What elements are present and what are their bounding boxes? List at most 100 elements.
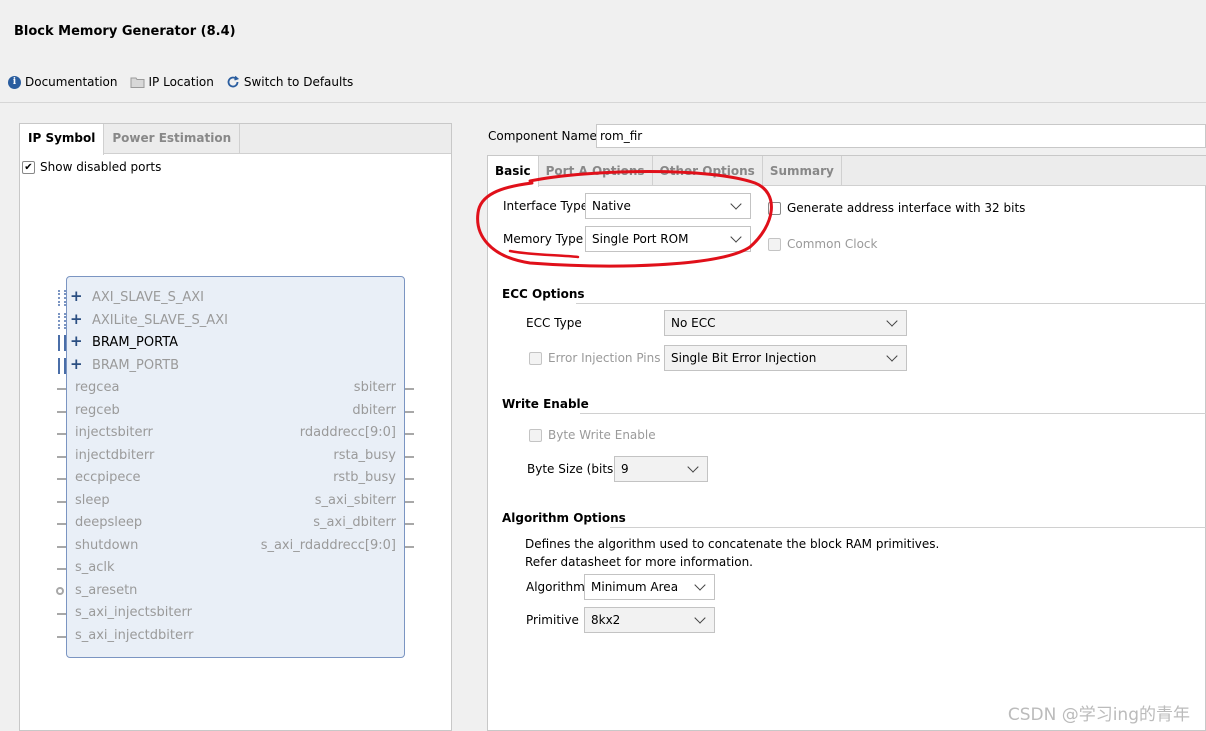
port-stub bbox=[405, 478, 414, 480]
port-s-axi-sbiterr: s_axi_sbiterr bbox=[314, 493, 396, 508]
show-disabled-checkbox[interactable]: ✔ bbox=[22, 160, 35, 174]
section-divider bbox=[610, 527, 1206, 528]
port-stub bbox=[57, 636, 66, 638]
component-name-input[interactable]: rom_fir bbox=[596, 124, 1206, 148]
ip-location-button[interactable]: IP Location bbox=[130, 75, 214, 89]
common-clock-label: Common Clock bbox=[787, 237, 878, 251]
byte-write-enable-checkbox[interactable] bbox=[529, 428, 542, 442]
folder-icon bbox=[130, 77, 145, 88]
port-stub bbox=[57, 523, 66, 525]
port-shutdown: shutdown bbox=[75, 538, 139, 553]
component-name-label: Component Name bbox=[488, 129, 597, 143]
algorithm-select[interactable]: Minimum Area bbox=[584, 574, 715, 600]
port-injectdbiterr: injectdbiterr bbox=[75, 448, 155, 463]
left-tabs: IP Symbol Power Estimation bbox=[20, 124, 451, 155]
port-injectsbiterr: injectsbiterr bbox=[75, 425, 153, 440]
tab-power-estimation[interactable]: Power Estimation bbox=[104, 124, 241, 153]
error-injection-label: Error Injection Pins bbox=[548, 351, 661, 365]
expand-icon[interactable]: + bbox=[70, 355, 83, 373]
port-stub bbox=[405, 501, 414, 503]
ecc-type-select[interactable]: No ECC bbox=[664, 310, 907, 336]
port-stub bbox=[405, 433, 414, 435]
ecc-type-label: ECC Type bbox=[526, 316, 582, 330]
bus-axi-slave: AXI_SLAVE_S_AXI bbox=[92, 290, 204, 305]
port-stub bbox=[405, 388, 414, 390]
byte-size-select[interactable]: 9 bbox=[614, 456, 708, 482]
chevron-down-icon bbox=[687, 461, 699, 473]
port-stub bbox=[57, 501, 66, 503]
port-stub bbox=[57, 568, 66, 570]
port-sleep: sleep bbox=[75, 493, 110, 508]
port-stub bbox=[57, 456, 66, 458]
port-rstb-busy: rstb_busy bbox=[333, 470, 396, 485]
chevron-down-icon bbox=[886, 350, 898, 362]
expand-icon[interactable]: + bbox=[70, 287, 83, 305]
algorithm-section-title: Algorithm Options bbox=[502, 511, 626, 525]
port-s-axi-dbiterr: s_axi_dbiterr bbox=[313, 515, 396, 530]
byte-size-label: Byte Size (bits) bbox=[527, 462, 618, 476]
port-regcea: regcea bbox=[75, 380, 120, 395]
ip-symbol-block bbox=[66, 276, 405, 658]
port-s-axi-rdaddrecc: s_axi_rdaddrecc[9:0] bbox=[260, 538, 396, 553]
ip-location-label: IP Location bbox=[148, 75, 214, 89]
port-s-aresetn: s_aresetn bbox=[75, 583, 138, 598]
port-eccpipece: eccpipece bbox=[75, 470, 141, 485]
info-icon: i bbox=[8, 75, 21, 89]
port-s-aclk: s_aclk bbox=[75, 560, 115, 575]
primitive-select[interactable]: 8kx2 bbox=[584, 607, 715, 633]
chevron-down-icon bbox=[886, 315, 898, 327]
write-enable-section-title: Write Enable bbox=[502, 397, 589, 411]
port-stub bbox=[405, 411, 414, 413]
port-stub bbox=[57, 433, 66, 435]
chevron-down-icon bbox=[694, 579, 706, 591]
algorithm-value: Minimum Area bbox=[591, 580, 679, 594]
port-dbiterr: dbiterr bbox=[352, 403, 396, 418]
refresh-icon bbox=[227, 75, 239, 88]
gen-addr-option[interactable]: Generate address interface with 32 bits bbox=[768, 201, 1025, 215]
byte-write-enable-label: Byte Write Enable bbox=[548, 428, 656, 442]
show-disabled-label: Show disabled ports bbox=[40, 160, 162, 174]
section-divider bbox=[576, 303, 1206, 304]
tab-ip-symbol[interactable]: IP Symbol bbox=[20, 124, 105, 155]
expand-icon[interactable]: + bbox=[70, 310, 83, 328]
algorithm-label: Algorithm bbox=[526, 580, 585, 594]
primitive-label: Primitive bbox=[526, 613, 579, 627]
documentation-button[interactable]: i Documentation bbox=[8, 75, 118, 89]
error-injection-checkbox[interactable] bbox=[529, 351, 542, 365]
error-injection-option[interactable]: Error Injection Pins bbox=[529, 351, 661, 365]
port-deepsleep: deepsleep bbox=[75, 515, 143, 530]
toolbar: i Documentation IP Location Switch to De… bbox=[8, 75, 353, 89]
ecc-type-value: No ECC bbox=[671, 316, 716, 330]
bus-bram-porta: BRAM_PORTA bbox=[92, 335, 179, 350]
switch-to-defaults-button[interactable]: Switch to Defaults bbox=[226, 75, 353, 89]
port-regceb: regceb bbox=[75, 403, 120, 418]
bus-marker bbox=[58, 358, 66, 374]
bus-marker bbox=[58, 290, 66, 306]
port-stub bbox=[405, 546, 414, 548]
error-injection-select[interactable]: Single Bit Error Injection bbox=[664, 345, 907, 371]
primitive-value: 8kx2 bbox=[591, 613, 621, 627]
port-s-axi-injectdbiterr: s_axi_injectdbiterr bbox=[75, 628, 194, 643]
port-s-axi-injectsbiterr: s_axi_injectsbiterr bbox=[75, 605, 192, 620]
header-divider bbox=[0, 102, 1206, 103]
byte-write-enable-option[interactable]: Byte Write Enable bbox=[529, 428, 656, 442]
error-injection-value: Single Bit Error Injection bbox=[671, 351, 817, 365]
algorithm-description-2: Refer datasheet for more information. bbox=[525, 555, 753, 569]
port-stub bbox=[57, 411, 66, 413]
port-stub bbox=[57, 613, 66, 615]
port-rsta-busy: rsta_busy bbox=[333, 448, 396, 463]
port-bubble bbox=[56, 587, 64, 595]
port-rdaddrecc: rdaddrecc[9:0] bbox=[299, 425, 396, 440]
bus-bram-portb: BRAM_PORTB bbox=[92, 358, 180, 373]
documentation-label: Documentation bbox=[25, 75, 118, 89]
switch-to-defaults-label: Switch to Defaults bbox=[243, 75, 354, 89]
bus-marker bbox=[58, 313, 66, 329]
bus-axilite-slave: AXILite_SLAVE_S_AXI bbox=[92, 313, 228, 328]
port-stub bbox=[57, 546, 66, 548]
bus-marker bbox=[58, 335, 66, 351]
port-stub bbox=[57, 478, 66, 480]
watermark: CSDN @学习ing的青年 bbox=[1007, 705, 1190, 725]
expand-icon[interactable]: + bbox=[70, 332, 83, 350]
show-disabled-ports[interactable]: ✔ Show disabled ports bbox=[22, 160, 161, 174]
byte-size-value: 9 bbox=[621, 462, 629, 476]
